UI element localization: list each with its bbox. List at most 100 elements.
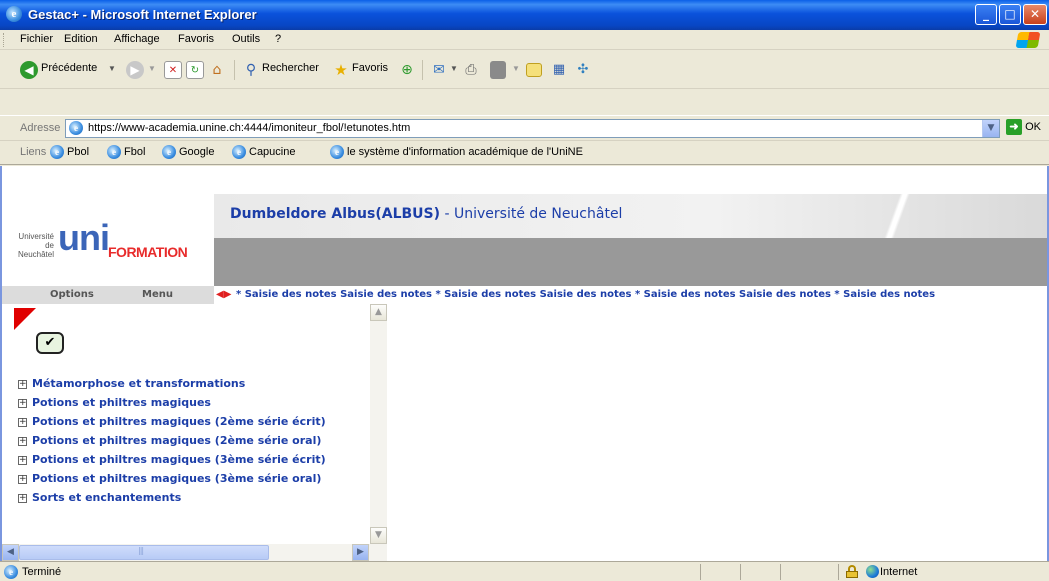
links-bar: Liens e Pbol e Fbol e Google e Capucine e le … xyxy=(0,141,1049,165)
scroll-thumb[interactable] xyxy=(19,545,269,560)
standard-toolbar: ◀ Précédente ▼ ▶ ▼ ✕ ↻ ⌂ ⚲ Rechercher ★ … xyxy=(0,51,1049,89)
toolbar-band xyxy=(0,90,1049,115)
link-label: Pbol xyxy=(67,145,90,158)
logo-line1: Université xyxy=(18,232,54,241)
link-fbol[interactable]: e Fbol xyxy=(107,145,145,159)
favorites-button[interactable]: Favoris xyxy=(352,62,388,74)
mail-icon[interactable]: ✉ xyxy=(430,61,448,79)
scroll-up-icon[interactable]: ▲ xyxy=(370,304,387,321)
user-name: Dumbeldore Albus(ALBUS) xyxy=(230,206,441,222)
tree-item-label[interactable]: Potions et philtres magiques (2ème série… xyxy=(32,415,326,428)
tree-item[interactable]: + Sorts et enchantements xyxy=(18,488,326,507)
ie-page-icon: e xyxy=(232,145,246,159)
link-google[interactable]: e Google xyxy=(162,145,214,159)
link-unine-info[interactable]: e le système d'information académique de … xyxy=(330,145,583,159)
link-capucine[interactable]: e Capucine xyxy=(232,145,295,159)
tree-item[interactable]: + Potions et philtres magiques (3ème séri… xyxy=(18,469,326,488)
toolbar-separator xyxy=(234,60,235,80)
back-dropdown-icon[interactable]: ▼ xyxy=(108,64,116,73)
logo-line2: de Neuchâtel xyxy=(17,241,54,259)
maximize-button[interactable]: □ xyxy=(999,4,1021,25)
windows-logo-icon xyxy=(1015,32,1041,48)
tree-item-label[interactable]: Sorts et enchantements xyxy=(32,491,181,504)
research-icon[interactable]: ▦ xyxy=(550,61,568,79)
history-icon[interactable]: ⊕ xyxy=(398,61,416,79)
search-button[interactable]: Rechercher xyxy=(262,62,319,74)
link-label: le système d'information académique de l… xyxy=(347,145,583,158)
home-icon[interactable]: ⌂ xyxy=(208,61,226,79)
expand-plus-icon[interactable]: + xyxy=(18,436,27,446)
messenger-icon[interactable]: ✣ xyxy=(574,61,592,79)
favorites-star-icon[interactable]: ★ xyxy=(332,61,350,79)
menu-affichage[interactable]: Affichage xyxy=(114,33,160,45)
back-arrow-icon[interactable]: ◀ xyxy=(20,61,38,79)
tree-item-label[interactable]: Potions et philtres magiques (2ème série… xyxy=(32,434,321,447)
tree-item[interactable]: + Potions et philtres magiques xyxy=(18,393,326,412)
edit-dropdown-icon[interactable]: ▼ xyxy=(512,64,520,73)
logo-formation: FORMATION xyxy=(108,244,188,260)
scroll-down-icon[interactable]: ▼ xyxy=(370,527,387,544)
validate-check-button[interactable]: ✔ xyxy=(36,332,64,354)
university-name: - Université de Neuchâtel xyxy=(440,206,623,222)
link-label: Capucine xyxy=(249,145,296,158)
address-field[interactable]: e ▼ xyxy=(65,119,1000,138)
scroll-left-icon[interactable]: ◀ xyxy=(2,544,19,561)
logo-university-text: Université de Neuchâtel xyxy=(12,232,54,259)
tree-item-label[interactable]: Potions et philtres magiques (3ème série… xyxy=(32,453,326,466)
address-input[interactable] xyxy=(88,122,968,134)
marquee-text: * Saisie des notes Saisie des notes * Sa… xyxy=(236,289,936,300)
banner-decoration xyxy=(857,194,937,238)
window-title-bar[interactable]: e Gestac+ - Microsoft Internet Explorer … xyxy=(0,0,1049,30)
page-title: Dumbeldore Albus(ALBUS) - Université de … xyxy=(230,206,622,222)
search-icon[interactable]: ⚲ xyxy=(242,61,260,79)
address-label: Adresse xyxy=(20,122,61,134)
tree-item[interactable]: + Potions et philtres magiques (2ème séri… xyxy=(18,431,326,450)
expand-plus-icon[interactable]: + xyxy=(18,474,27,484)
address-dropdown-icon[interactable]: ▼ xyxy=(982,120,999,137)
page-icon: e xyxy=(69,121,83,135)
minimize-button[interactable]: _ xyxy=(975,4,997,25)
menu-edition[interactable]: Edition xyxy=(64,33,98,45)
lock-icon[interactable] xyxy=(846,565,858,578)
link-pbol[interactable]: e Pbol xyxy=(50,145,89,159)
refresh-icon[interactable]: ↻ xyxy=(186,61,204,79)
vertical-scrollbar[interactable]: ▲ ▼ xyxy=(370,304,387,544)
edit-icon[interactable] xyxy=(490,61,506,79)
tree-item[interactable]: + Métamorphose et transformations xyxy=(18,374,326,393)
expand-plus-icon[interactable]: + xyxy=(18,493,27,503)
nav-bar: Options Menu xyxy=(2,286,214,304)
tree-item-label[interactable]: Potions et philtres magiques xyxy=(32,396,211,409)
close-button[interactable]: ✕ xyxy=(1023,4,1047,25)
menu-favoris[interactable]: Favoris xyxy=(178,33,214,45)
discuss-icon[interactable] xyxy=(526,63,542,77)
expand-plus-icon[interactable]: + xyxy=(18,379,27,389)
address-bar: Adresse e ▼ ➜ OK xyxy=(0,115,1049,141)
menu-help[interactable]: ? xyxy=(275,33,281,45)
header-banner: Dumbeldore Albus(ALBUS) - Université de … xyxy=(214,194,1047,238)
nav-menu[interactable]: Menu xyxy=(142,289,173,300)
stop-icon[interactable]: ✕ xyxy=(164,61,182,79)
mail-dropdown-icon[interactable]: ▼ xyxy=(450,64,458,73)
back-button[interactable]: Précédente xyxy=(41,62,97,74)
menu-bar: Fichier Edition Affichage Favoris Outils… xyxy=(0,30,1049,50)
forward-dropdown-icon[interactable]: ▼ xyxy=(148,64,156,73)
nav-options[interactable]: Options xyxy=(50,289,94,300)
forward-arrow-icon[interactable]: ▶ xyxy=(126,61,144,79)
tree-item-label[interactable]: Métamorphose et transformations xyxy=(32,377,245,390)
tree-item[interactable]: + Potions et philtres magiques (2ème séri… xyxy=(18,412,326,431)
tree-item-label[interactable]: Potions et philtres magiques (3ème série… xyxy=(32,472,321,485)
links-label: Liens xyxy=(20,146,47,158)
tree-item[interactable]: + Potions et philtres magiques (3ème séri… xyxy=(18,450,326,469)
go-button[interactable]: ➜ OK xyxy=(1006,119,1046,138)
menu-fichier[interactable]: Fichier xyxy=(20,33,53,45)
horizontal-scrollbar[interactable]: ◀ ▶ xyxy=(2,544,387,561)
menu-outils[interactable]: Outils xyxy=(232,33,260,45)
toolbar-grip[interactable] xyxy=(3,33,5,47)
expand-plus-icon[interactable]: + xyxy=(18,417,27,427)
scroll-right-icon[interactable]: ▶ xyxy=(352,544,369,561)
link-label: Fbol xyxy=(124,145,146,158)
print-icon[interactable]: ⎙ xyxy=(462,61,480,79)
expand-plus-icon[interactable]: + xyxy=(18,398,27,408)
expand-plus-icon[interactable]: + xyxy=(18,455,27,465)
ie-page-icon: e xyxy=(330,145,344,159)
